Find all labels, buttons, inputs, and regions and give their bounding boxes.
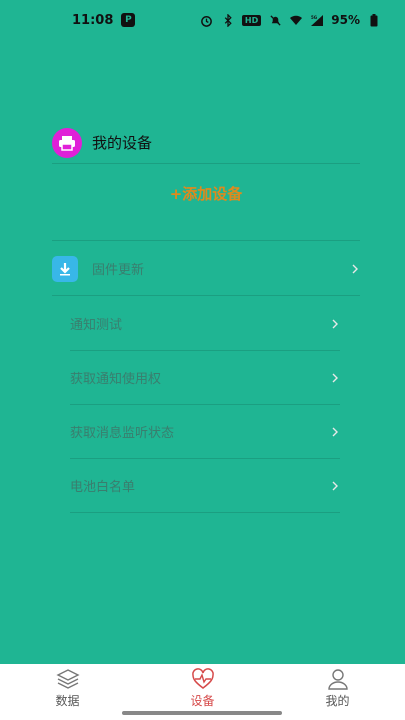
nav-label: 设备 (190, 694, 215, 708)
nav-item-data[interactable]: 数据 (28, 668, 108, 709)
menu-label: 电池白名单 (70, 480, 136, 495)
menu-item-notification-test[interactable]: 通知测试 (70, 297, 340, 351)
nav-label: 数据 (55, 694, 80, 708)
bluetooth-icon (221, 13, 235, 27)
printer-icon (52, 127, 82, 158)
menu-label: 获取消息监听状态 (70, 426, 175, 441)
status-right: HD 5G 95% (200, 13, 381, 27)
add-device-button[interactable]: +添加设备 (52, 180, 360, 208)
menu-label: 获取通知使用权 (70, 372, 162, 387)
nav-item-device[interactable]: 设备 (163, 668, 243, 709)
item-left: 固件更新 (52, 255, 145, 282)
heart-pulse-icon (191, 668, 214, 689)
user-icon (327, 669, 348, 690)
layers-icon (55, 669, 80, 689)
my-devices-header: 我的设备 (52, 122, 360, 164)
chevron-right-icon (332, 481, 338, 490)
home-indicator (122, 711, 282, 715)
alarm-icon (200, 13, 214, 27)
svg-text:5G: 5G (311, 15, 317, 20)
menu-item-listener-status[interactable]: 获取消息监听状态 (70, 405, 340, 459)
chevron-right-icon (332, 373, 338, 382)
menu-item-firmware-update[interactable]: 固件更新 (52, 242, 360, 296)
app-notification-icon: P (121, 13, 136, 27)
chevron-right-icon (352, 264, 358, 273)
battery-percent: 95% (331, 13, 360, 27)
battery-icon (367, 13, 381, 27)
menu-item-notification-access[interactable]: 获取通知使用权 (70, 351, 340, 405)
menu-label: 固件更新 (92, 263, 145, 278)
menu-item-battery-whitelist[interactable]: 电池白名单 (70, 459, 340, 513)
wifi-icon (289, 13, 303, 27)
status-left: 11:08 P (72, 12, 136, 28)
download-icon (52, 255, 78, 282)
chevron-right-icon (332, 427, 338, 436)
mute-icon (268, 13, 282, 27)
cellular-signal-icon: 5G (310, 13, 324, 27)
hd-badge: HD (241, 14, 262, 26)
chevron-right-icon (332, 319, 338, 328)
nav-item-me[interactable]: 我的 (298, 668, 378, 709)
nav-label: 我的 (325, 694, 350, 708)
status-time: 11:08 (72, 12, 114, 28)
menu-label: 通知测试 (70, 318, 123, 333)
status-bar: 11:08 P HD 5G 95% (0, 0, 405, 40)
divider (52, 240, 360, 241)
section-title: 我的设备 (92, 134, 153, 152)
